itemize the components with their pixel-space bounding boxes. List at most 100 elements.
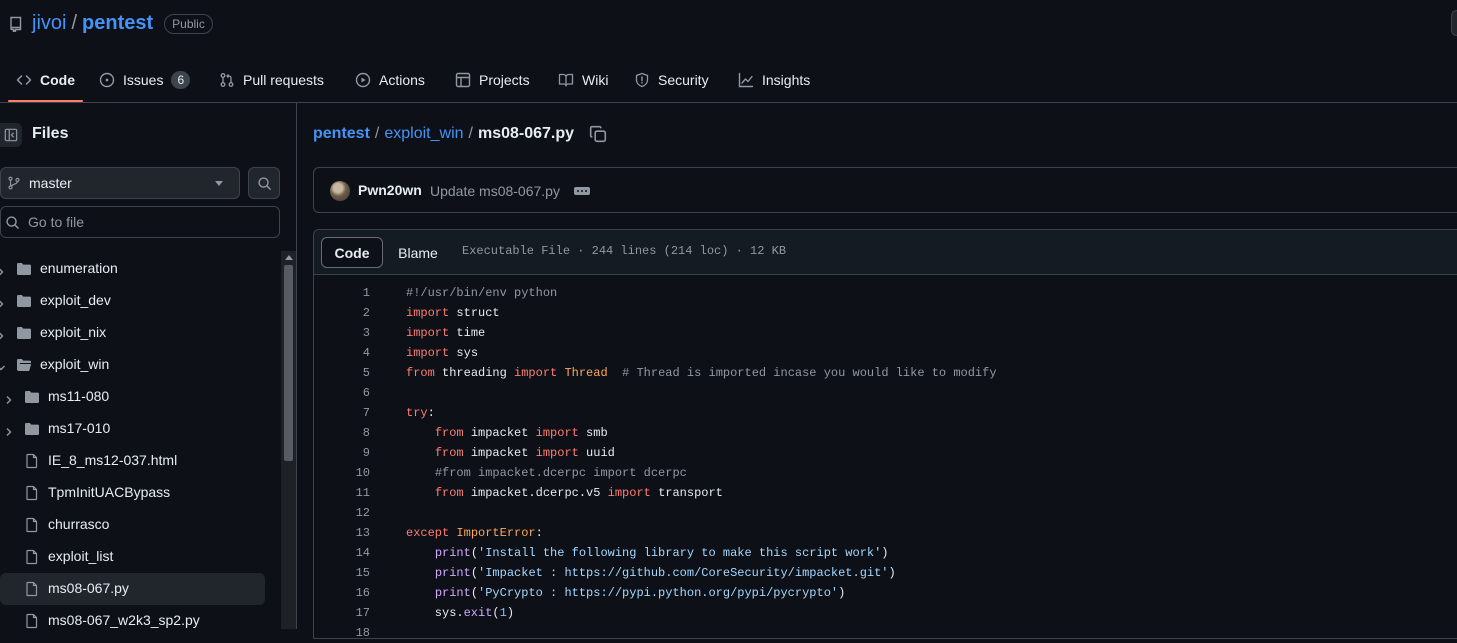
tab-projects[interactable]: Projects (455, 56, 530, 103)
branch-selector[interactable]: master (0, 167, 240, 199)
tree-item-label: exploit_nix (40, 324, 107, 340)
copy-icon[interactable] (589, 125, 607, 143)
file-info: Executable File · 244 lines (214 loc) · … (462, 244, 787, 258)
collapse-sidebar-button[interactable] (0, 123, 22, 147)
avatar[interactable] (330, 181, 350, 201)
code-line: 3 import time (314, 323, 1457, 343)
chevron-right-icon[interactable] (4, 392, 14, 404)
chevron-right-icon[interactable] (0, 264, 6, 276)
tree-file-ms08-067-w2k3-sp2-py[interactable]: ms08-067_w2k3_sp2.py (0, 605, 265, 629)
go-to-file-field[interactable] (0, 206, 280, 238)
shield-icon (635, 72, 649, 87)
line-source: import struct (406, 306, 500, 320)
ellipsis-icon[interactable] (574, 187, 590, 195)
search-files-button[interactable] (248, 167, 280, 199)
line-number[interactable]: 8 (314, 423, 370, 443)
line-number[interactable]: 11 (314, 483, 370, 503)
repo-title-separator: / (71, 12, 78, 34)
file-icon (24, 453, 40, 469)
tree-file-exploit-list[interactable]: exploit_list (0, 541, 265, 573)
code-line: 9 from impacket import uuid (314, 443, 1457, 463)
sidebar-collapse-icon (4, 128, 18, 142)
line-number[interactable]: 18 (314, 623, 370, 643)
tree-file-churrasco[interactable]: churrasco (0, 509, 265, 541)
commit-author-link[interactable]: Pwn20wn (358, 182, 422, 198)
breadcrumb-folder-link[interactable]: exploit_win (384, 125, 463, 143)
tree-item-label: ms08-067.py (48, 580, 129, 596)
tree-item-label: churrasco (48, 516, 110, 532)
tree-item-label: enumeration (40, 260, 118, 276)
line-number[interactable]: 1 (314, 283, 370, 303)
book-icon (558, 73, 574, 87)
file-icon (24, 517, 40, 533)
code-line: 16 print('PyCrypto : https://pypi.python… (314, 583, 1457, 603)
repo-action-button-edge[interactable] (1451, 10, 1457, 36)
tab-code[interactable]: Code (16, 56, 75, 103)
line-number[interactable]: 14 (314, 543, 370, 563)
line-source: try: (406, 406, 435, 420)
breadcrumb-root-link[interactable]: pentest (313, 125, 370, 143)
tree-item-label: ms11-080 (48, 388, 110, 404)
tab-security[interactable]: Security (634, 56, 709, 103)
code-icon (16, 74, 32, 85)
tree-folder-enumeration[interactable]: enumeration (0, 253, 265, 285)
file-view-main: pentest / exploit_win / ms08-067.py Pwn2… (297, 103, 1457, 640)
repo-owner-link[interactable]: jivoi (32, 12, 66, 35)
tab-code-label: Code (40, 71, 75, 88)
issue-opened-icon (99, 72, 115, 87)
tab-issues[interactable]: Issues 6 (99, 56, 191, 103)
line-number[interactable]: 4 (314, 343, 370, 363)
tree-file-tpminituacbypass[interactable]: TpmInitUACBypass (0, 477, 265, 509)
folder-icon (16, 293, 32, 309)
code-line: 17 sys.exit(1) (314, 603, 1457, 623)
code-line: 12 (314, 503, 1457, 523)
blame-view-button[interactable]: Blame (388, 237, 448, 268)
tab-insights[interactable]: Insights (738, 56, 810, 103)
file-header: Code Blame Executable File · 244 lines (… (314, 230, 1457, 275)
scrollbar-thumb[interactable] (284, 265, 293, 461)
line-number[interactable]: 3 (314, 323, 370, 343)
repo-name-link[interactable]: pentest (82, 12, 153, 35)
go-to-file-input[interactable] (28, 214, 268, 230)
file-tree-scrollbar[interactable] (281, 251, 296, 629)
search-icon (257, 176, 271, 190)
tree-folder-ms11-080[interactable]: ms11-080 (0, 381, 265, 413)
code-viewer[interactable]: 1 #!/usr/bin/env python 2 import struct 3 imp… (314, 276, 1457, 640)
line-number[interactable]: 16 (314, 583, 370, 603)
line-number[interactable]: 15 (314, 563, 370, 583)
tab-pull-requests[interactable]: Pull requests (219, 56, 324, 103)
line-number[interactable]: 2 (314, 303, 370, 323)
line-number[interactable]: 7 (314, 403, 370, 423)
repo-icon (10, 16, 22, 32)
code-line: 10 #from impacket.dcerpc import dcerpc (314, 463, 1457, 483)
commit-message-link[interactable]: Update ms08-067.py (430, 183, 560, 199)
chevron-down-icon[interactable] (0, 360, 6, 371)
scroll-up-arrow-icon[interactable] (285, 255, 293, 260)
line-number[interactable]: 13 (314, 523, 370, 543)
line-source: #!/usr/bin/env python (406, 286, 558, 300)
tab-issues-label: Issues (123, 71, 164, 88)
graph-icon (738, 72, 754, 87)
tree-folder-exploit-nix[interactable]: exploit_nix (0, 317, 265, 349)
line-number[interactable]: 9 (314, 443, 370, 463)
tree-file-ms08-067-py[interactable]: ms08-067.py (0, 573, 265, 605)
line-number[interactable]: 6 (314, 383, 370, 403)
chevron-right-icon[interactable] (0, 328, 6, 340)
line-number[interactable]: 17 (314, 603, 370, 623)
tab-wiki[interactable]: Wiki (558, 56, 608, 103)
chevron-right-icon[interactable] (4, 424, 14, 436)
tree-file-ie-8-ms12-037-html[interactable]: IE_8_ms12-037.html (0, 445, 265, 477)
tab-actions[interactable]: Actions (355, 56, 425, 103)
folder-icon (16, 325, 32, 341)
code-view-button[interactable]: Code (321, 237, 383, 268)
line-number[interactable]: 5 (314, 363, 370, 383)
tree-folder-exploit-dev[interactable]: exploit_dev (0, 285, 265, 317)
line-number[interactable]: 10 (314, 463, 370, 483)
tree-folder-ms17-010[interactable]: ms17-010 (0, 413, 265, 445)
chevron-right-icon[interactable] (0, 296, 6, 308)
line-number[interactable]: 12 (314, 503, 370, 523)
tree-item-label: IE_8_ms12-037.html (48, 452, 178, 468)
line-source: from impacket import uuid (434, 446, 615, 460)
line-source: print('Impacket : https://github.com/Cor… (434, 566, 896, 580)
tree-folder-exploit-win[interactable]: exploit_win (0, 349, 265, 381)
